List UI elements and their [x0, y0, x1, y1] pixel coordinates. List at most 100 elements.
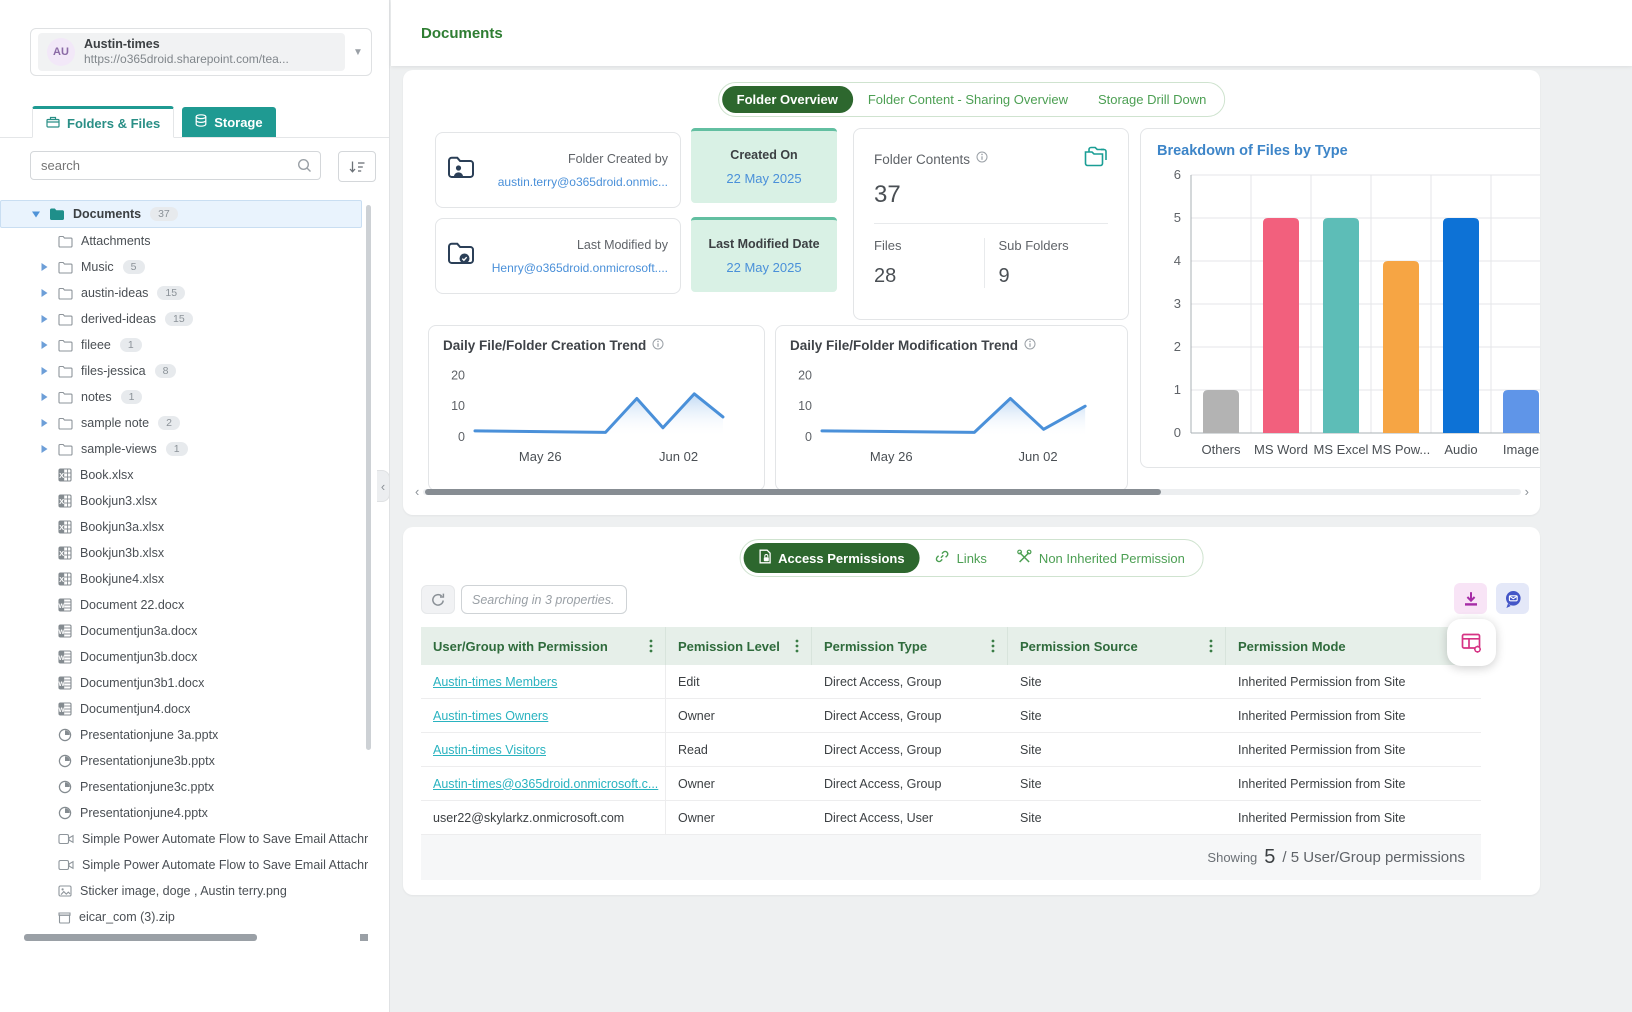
column-header-permission-level[interactable]: Pemission Level [666, 627, 812, 665]
user-group-link[interactable]: Austin-times Members [433, 675, 557, 689]
scrollbar-track[interactable] [423, 489, 1520, 495]
tree-folder[interactable]: notes1 [0, 384, 368, 410]
tree-horizontal-scrollbar[interactable] [20, 934, 368, 941]
tree-file[interactable]: Presentationjune3b.pptx [0, 748, 368, 774]
permissions-search-input[interactable] [461, 585, 627, 614]
created-by-link[interactable]: austin.terry@o365droid.onmic... [484, 175, 668, 189]
caret-right-icon[interactable] [40, 262, 58, 272]
overview-tab-strip: Folder Overview Folder Content - Sharing… [718, 82, 1226, 117]
modification-trend-line-chart: 01020May 26Jun 02 [790, 353, 1109, 467]
tab-storage-drill-down[interactable]: Storage Drill Down [1083, 86, 1221, 113]
tree-folder[interactable]: Music5 [0, 254, 368, 280]
tab-access-permissions[interactable]: Access Permissions [743, 543, 919, 573]
tree-folder[interactable]: fileee1 [0, 332, 368, 358]
column-header-permission-type[interactable]: Permission Type [812, 627, 1008, 665]
cell-user-group: Austin-times@o365droid.onmicrosoft.c... [421, 767, 666, 800]
caret-right-icon[interactable] [40, 340, 58, 350]
svg-text:0: 0 [458, 430, 465, 444]
chat-button[interactable] [1496, 583, 1529, 614]
column-menu-icon[interactable] [787, 639, 799, 653]
column-header-user-group[interactable]: User/Group with Permission [421, 627, 666, 665]
tree-file[interactable]: Sticker image, doge , Austin terry.png [0, 878, 368, 904]
scrollbar-thumb[interactable] [24, 934, 257, 941]
tab-access-permissions-label: Access Permissions [778, 551, 904, 566]
sort-button[interactable] [338, 151, 376, 182]
tree-file[interactable]: XBookjun3a.xlsx [0, 514, 368, 540]
sidebar-collapse-button[interactable]: ‹ [377, 470, 390, 502]
tree-root-folder[interactable]: Documents37 [0, 200, 362, 228]
svg-text:1: 1 [1174, 382, 1181, 397]
tree-folder[interactable]: files-jessica8 [0, 358, 368, 384]
tree-file[interactable]: hugefile.txt [0, 930, 368, 932]
tree-file[interactable]: Presentationjune3c.pptx [0, 774, 368, 800]
tree-file[interactable]: Simple Power Automate Flow to Save Email… [0, 826, 368, 852]
tree-file[interactable]: WDocument 22.docx [0, 592, 368, 618]
tree-file[interactable]: eicar_com (3).zip [0, 904, 368, 930]
tab-storage-label: Storage [214, 115, 262, 130]
tree-file[interactable]: WDocumentjun3a.docx [0, 618, 368, 644]
tree-file[interactable]: WDocumentjun4.docx [0, 696, 368, 722]
tree-file[interactable]: Presentationjune4.pptx [0, 800, 368, 826]
tab-folders-files[interactable]: Folders & Files [32, 106, 174, 138]
column-menu-icon[interactable] [1201, 639, 1213, 653]
caret-right-icon[interactable] [40, 288, 58, 298]
tab-storage[interactable]: Storage [182, 107, 275, 137]
tab-folder-content-sharing-overview[interactable]: Folder Content - Sharing Overview [853, 86, 1083, 113]
site-selector[interactable]: AU Austin-times https://o365droid.sharep… [30, 28, 372, 76]
created-by-label: Folder Created by [484, 152, 668, 166]
tree-vertical-scrollbar[interactable] [366, 205, 371, 750]
tree-file[interactable]: WDocumentjun3b.docx [0, 644, 368, 670]
tree-file[interactable]: XBookjune4.xlsx [0, 566, 368, 592]
tree-file[interactable]: XBookjun3.xlsx [0, 488, 368, 514]
tree-file[interactable]: XBookjun3b.xlsx [0, 540, 368, 566]
caret-down-icon[interactable] [31, 210, 49, 219]
download-button[interactable] [1454, 583, 1487, 614]
tree-item-label: Music [81, 260, 114, 274]
user-group-link[interactable]: Austin-times Visitors [433, 743, 546, 757]
site-selector-field: AU Austin-times https://o365droid.sharep… [38, 33, 345, 71]
caret-right-icon[interactable] [40, 366, 58, 376]
tree-folder[interactable]: sample-views1 [0, 436, 368, 462]
tree-folder[interactable]: austin-ideas15 [0, 280, 368, 306]
tree-file[interactable]: Presentationjune 3a.pptx [0, 722, 368, 748]
user-group-link[interactable]: Austin-times@o365droid.onmicrosoft.c... [433, 777, 658, 791]
modified-date-label: Last Modified Date [708, 237, 819, 251]
ppt-file-icon [58, 754, 72, 768]
user-group-link[interactable]: Austin-times Owners [433, 709, 548, 723]
chevron-down-icon[interactable]: ▼ [345, 47, 371, 58]
video-file-icon [58, 859, 74, 871]
tree-item-label: Presentationjune 3a.pptx [80, 728, 218, 742]
modified-by-link[interactable]: Henry@o365droid.onmicrosoft.... [484, 261, 668, 275]
tree-folder[interactable]: sample note2 [0, 410, 368, 436]
tree-file[interactable]: Simple Power Automate Flow to Save Email… [0, 852, 368, 878]
search-input[interactable] [30, 151, 321, 180]
scroll-left-icon[interactable]: ‹ [415, 487, 419, 497]
caret-right-icon[interactable] [40, 444, 58, 454]
column-header-permission-mode[interactable]: Permission Mode [1226, 627, 1481, 665]
folder-overview-panel: Folder Overview Folder Content - Sharing… [403, 70, 1540, 515]
overview-horizontal-scrollbar[interactable]: ‹ › [415, 486, 1529, 498]
column-menu-icon[interactable] [641, 639, 653, 653]
refresh-button[interactable] [421, 585, 455, 614]
tree-file[interactable]: XBook.xlsx [0, 462, 368, 488]
caret-right-icon[interactable] [40, 314, 58, 324]
svg-text:W: W [59, 655, 66, 662]
permissions-table: User/Group with Permission Pemission Lev… [421, 627, 1481, 880]
column-header-permission-source[interactable]: Permission Source [1008, 627, 1226, 665]
tree-file[interactable]: WDocumentjun3b1.docx [0, 670, 368, 696]
column-settings-button[interactable] [1447, 619, 1496, 666]
tab-non-inherited-permission[interactable]: Non Inherited Permission [1002, 543, 1200, 573]
scrollbar-thumb[interactable] [425, 489, 1160, 495]
column-menu-icon[interactable] [983, 639, 995, 653]
cell-permission-type: Direct Access, Group [812, 699, 1008, 732]
tab-folder-overview[interactable]: Folder Overview [722, 86, 853, 113]
tab-links[interactable]: Links [920, 543, 1002, 573]
modified-date-value: 22 May 2025 [726, 260, 801, 275]
tree-folder[interactable]: derived-ideas15 [0, 306, 368, 332]
caret-right-icon[interactable] [40, 418, 58, 428]
tree-item-label: Simple Power Automate Flow to Save Email… [82, 858, 368, 872]
tree-folder[interactable]: Attachments [0, 228, 368, 254]
table-row: Austin-times MembersEditDirect Access, G… [421, 665, 1481, 699]
caret-right-icon[interactable] [40, 392, 58, 402]
scroll-right-icon[interactable]: › [1525, 487, 1529, 497]
